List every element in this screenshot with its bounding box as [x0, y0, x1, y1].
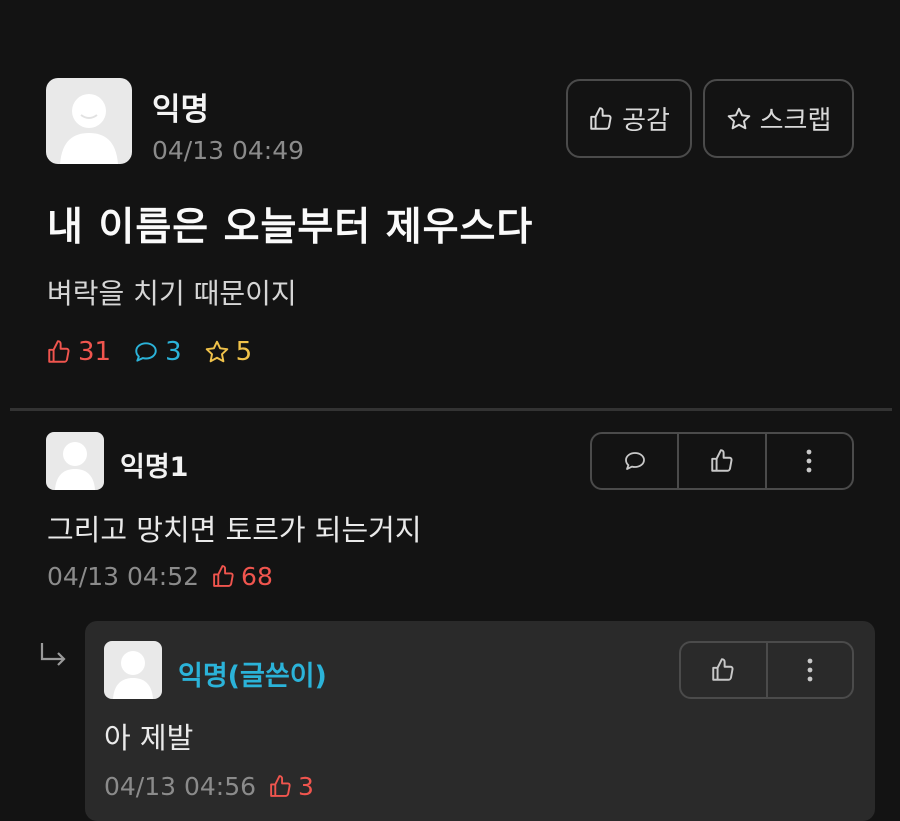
star-icon [205, 340, 228, 363]
reply-like-button[interactable] [681, 643, 766, 697]
reply-like-count: 3 [268, 772, 314, 801]
like-button[interactable]: 공감 [566, 79, 692, 158]
more-vertical-icon [806, 449, 812, 473]
comment-actions [590, 432, 854, 490]
scrap-button[interactable]: 스크랩 [703, 79, 854, 158]
like-button-label: 공감 [622, 106, 670, 136]
reply-actions [679, 641, 854, 699]
reply-author-name: 익명(글쓴이) [178, 661, 327, 692]
reply-more-button[interactable] [765, 643, 853, 697]
scrap-button-label: 스크랩 [759, 106, 832, 136]
post-author-name: 익명 [152, 92, 210, 128]
comment-more-button[interactable] [764, 434, 852, 488]
thumbs-up-icon [711, 449, 733, 472]
divider [10, 408, 892, 411]
scrap-count: 5 [204, 337, 253, 367]
like-count: 31 [46, 337, 111, 367]
like-count-value: 31 [78, 337, 112, 367]
reply-text: 아 제발 [104, 721, 194, 755]
avatar-icon [60, 94, 118, 164]
thumbs-up-icon [590, 106, 612, 130]
reply-meta: 04/13 04:56 3 [104, 772, 314, 801]
comment-text: 그리고 망치면 토르가 되는거지 [47, 513, 422, 547]
post-timestamp: 04/13 04:49 [152, 136, 305, 165]
reply-like-value: 3 [298, 772, 314, 801]
comment-meta: 04/13 04:52 68 [47, 562, 273, 591]
comment-timestamp: 04/13 04:52 [47, 562, 200, 591]
reply-author-avatar[interactable] [104, 641, 162, 699]
reply-arrow-icon [36, 641, 72, 671]
avatar-icon [113, 651, 153, 699]
avatar-icon [55, 442, 95, 490]
speech-bubble-icon [624, 452, 645, 470]
star-icon [727, 107, 750, 129]
post-author-avatar[interactable] [46, 78, 132, 164]
comment-count-value: 3 [165, 337, 182, 367]
more-vertical-icon [807, 658, 813, 682]
post-title: 내 이름은 오늘부터 제우스다 [47, 205, 534, 250]
comment-like-button[interactable] [677, 434, 764, 488]
reply-timestamp: 04/13 04:56 [104, 772, 257, 801]
thumbs-up-icon [213, 565, 234, 587]
post-stats: 31 3 5 [46, 337, 274, 367]
post-body: 벼락을 치기 때문이지 [47, 277, 297, 310]
scrap-count-value: 5 [235, 337, 253, 367]
comment-author-avatar[interactable] [46, 432, 104, 490]
comment-author-name: 익명1 [120, 452, 189, 483]
thumbs-up-icon [48, 340, 70, 363]
comment-like-value: 68 [241, 562, 273, 591]
thumbs-up-icon [270, 775, 291, 797]
comment-count: 3 [133, 337, 182, 367]
comment-like-count: 68 [211, 562, 273, 591]
speech-bubble-icon [135, 342, 157, 362]
thumbs-up-icon [712, 658, 734, 681]
reply-button[interactable] [592, 434, 677, 488]
